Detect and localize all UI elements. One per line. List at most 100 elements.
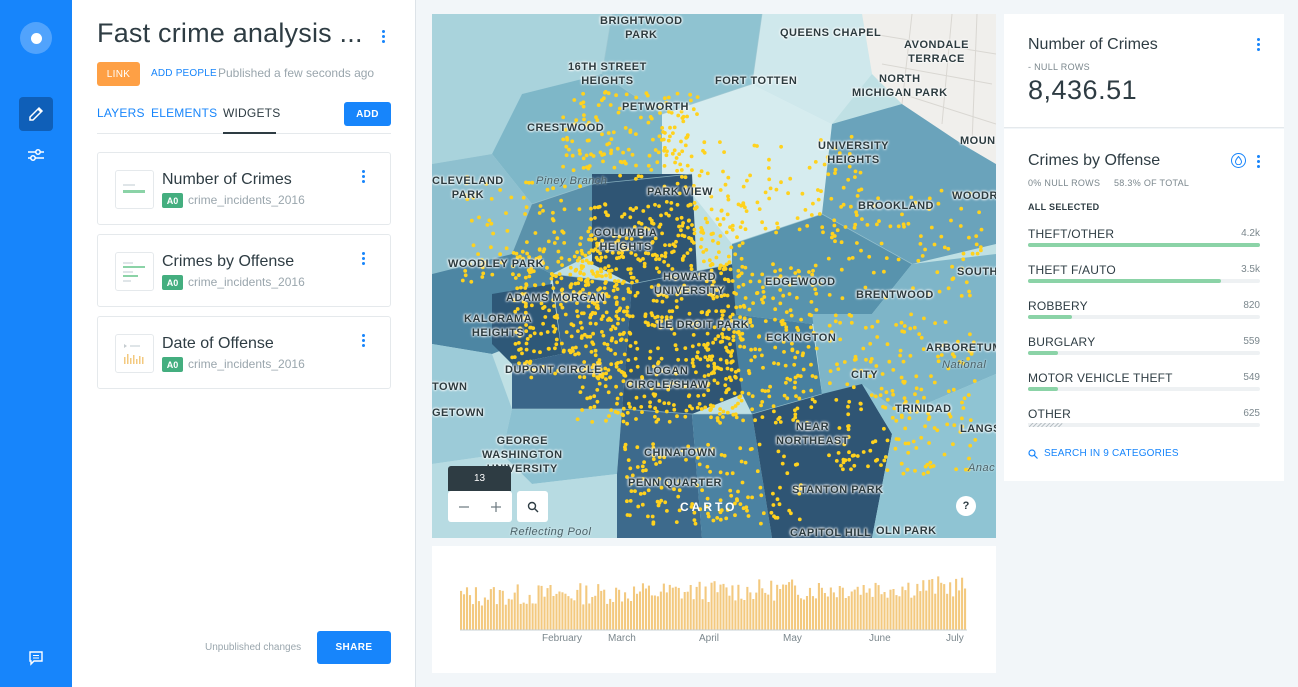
crime-point	[746, 514, 751, 518]
crime-point	[809, 213, 814, 217]
neighborhood-label: HOWARD UNIVERSITY	[654, 271, 726, 297]
share-button[interactable]: SHARE	[317, 631, 391, 664]
crime-point	[513, 276, 518, 280]
widget-card[interactable]: Number of Crimes A0 crime_incidents_2016	[97, 152, 391, 225]
time-series-widget[interactable]: February March April May June July	[432, 546, 996, 673]
neighborhood-label: Piney Branch	[536, 175, 608, 187]
crime-point	[917, 332, 922, 336]
crime-point	[673, 343, 678, 348]
widget-options-icon[interactable]	[362, 252, 365, 265]
timeline-bar	[552, 596, 555, 630]
crime-point	[736, 285, 741, 289]
map-canvas[interactable]: BRIGHTWOOD PARK QUEENS CHAPEL AVONDALE TERRA…	[432, 14, 996, 538]
crime-point	[911, 439, 916, 444]
crime-point	[721, 217, 726, 221]
crime-point	[609, 268, 614, 273]
crime-point	[553, 346, 557, 351]
crime-point	[545, 265, 549, 270]
layer-badge: A0	[162, 275, 183, 290]
crime-point	[705, 348, 710, 352]
crime-point	[864, 357, 868, 362]
crime-point	[524, 205, 529, 210]
add-widget-button[interactable]: ADD	[344, 102, 391, 126]
map-search-icon[interactable]	[517, 491, 548, 522]
link-button[interactable]: LINK	[97, 62, 140, 86]
crime-point	[657, 225, 662, 229]
tab-layers[interactable]: LAYERS	[97, 106, 145, 120]
crime-point	[665, 509, 669, 513]
add-people-link[interactable]: ADD PEOPLE	[151, 68, 217, 79]
widget-options-icon[interactable]	[1257, 38, 1260, 51]
tab-elements[interactable]: ELEMENTS	[151, 106, 217, 120]
timeline-bar	[603, 589, 606, 630]
crime-point	[855, 194, 860, 198]
neighborhood-label: BROOKLAND	[858, 200, 934, 212]
crime-point	[960, 416, 964, 421]
neighborhood-label: CITY	[851, 369, 879, 381]
category-row[interactable]: THEFT F/AUTO 3.5k	[1028, 263, 1260, 299]
feedback-icon[interactable]	[24, 646, 48, 670]
crime-point	[672, 125, 677, 130]
crime-point	[913, 468, 917, 473]
widget-card[interactable]: Crimes by Offense A0 crime_incidents_201…	[97, 234, 391, 307]
crime-point	[621, 413, 626, 418]
category-row[interactable]: ROBBERY 820	[1028, 299, 1260, 335]
crime-point	[609, 137, 614, 141]
crime-point	[653, 202, 657, 207]
category-row[interactable]: THEFT/OTHER 4.2k	[1028, 227, 1260, 263]
crime-point	[591, 272, 596, 276]
neighborhood-label: ECKINGTON	[766, 332, 837, 344]
category-row[interactable]: BURGLARY 559	[1028, 335, 1260, 371]
timeline-bar	[594, 595, 597, 630]
crime-point	[832, 218, 837, 223]
crime-point	[621, 406, 626, 411]
widget-options-icon[interactable]	[1257, 155, 1260, 168]
crime-point	[859, 248, 863, 253]
crime-point	[797, 269, 801, 274]
crime-point	[793, 380, 797, 385]
sliders-icon[interactable]	[19, 138, 53, 172]
crime-point	[675, 305, 679, 310]
timeline-bar	[767, 594, 770, 630]
category-row[interactable]: MOTOR VEHICLE THEFT 549	[1028, 371, 1260, 407]
edit-pencil-icon[interactable]	[19, 97, 53, 131]
autostyle-drop-icon[interactable]	[1231, 153, 1246, 168]
crime-point	[902, 396, 907, 400]
category-row[interactable]: OTHER 625	[1028, 407, 1260, 443]
zoom-in-button[interactable]	[480, 491, 512, 522]
zoom-out-button[interactable]	[448, 491, 480, 522]
timeline-bar	[859, 594, 862, 630]
carto-logo-icon[interactable]	[20, 22, 52, 54]
category-widget: Crimes by Offense 0% NULL ROWS 58.3% OF …	[1004, 129, 1284, 481]
crime-point	[829, 196, 834, 201]
crime-point	[902, 379, 907, 384]
timeline-bar	[671, 587, 674, 630]
crime-point	[592, 205, 597, 210]
crime-point	[707, 309, 711, 314]
title-options-icon[interactable]	[375, 26, 391, 46]
timeline-bar	[716, 592, 719, 630]
crime-point	[679, 228, 683, 233]
widget-options-icon[interactable]	[362, 170, 365, 183]
widget-card[interactable]: Date of Offense A0 crime_incidents_2016	[97, 316, 391, 389]
carto-attribution[interactable]: CARTO	[680, 500, 737, 514]
crime-point	[939, 188, 944, 193]
widget-options-icon[interactable]	[362, 334, 365, 347]
crime-point	[595, 399, 600, 404]
neighborhood-label: STANTON PARK	[792, 484, 884, 496]
crime-point	[771, 296, 775, 301]
crime-point	[739, 398, 744, 403]
timeline-histogram[interactable]	[432, 546, 996, 636]
timeline-bar	[486, 599, 489, 630]
help-button[interactable]: ?	[956, 496, 976, 516]
crime-point	[875, 319, 880, 324]
crime-point	[776, 449, 781, 454]
crime-point	[485, 223, 490, 227]
crime-point	[807, 165, 812, 170]
crime-point	[655, 160, 660, 165]
crime-point	[663, 131, 667, 135]
map-title[interactable]: Fast crime analysis ...	[97, 18, 363, 49]
timeline-bar	[835, 597, 838, 630]
tab-widgets[interactable]: WIDGETS	[223, 106, 280, 120]
search-categories-link[interactable]: SEARCH IN 9 CATEGORIES	[1028, 448, 1179, 459]
